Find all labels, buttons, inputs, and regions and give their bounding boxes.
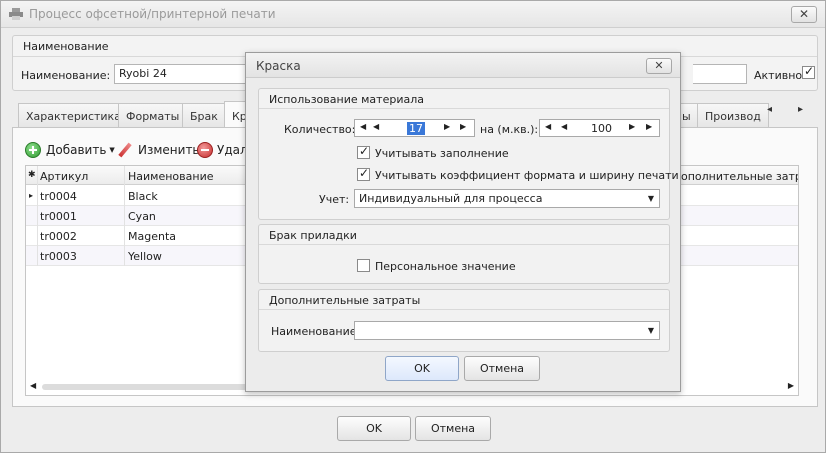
active-label: Активно bbox=[754, 69, 803, 82]
tab-waste[interactable]: Брак bbox=[182, 103, 226, 127]
window-close-button[interactable]: ✕ bbox=[791, 6, 817, 23]
delete-label: Удал bbox=[217, 143, 248, 157]
window-title: Процесс офсетной/принтерной печати bbox=[29, 7, 276, 21]
row-pointer-icon: ▸ bbox=[29, 191, 34, 200]
personal-value-label: Персональное значение bbox=[375, 260, 516, 273]
per-area-stepper[interactable]: ◀ ◀ 100 ▶ ▶ bbox=[539, 119, 660, 137]
column-header-code[interactable]: Артикул bbox=[40, 170, 88, 183]
add-button[interactable]: Добавить ▼ bbox=[25, 140, 115, 160]
group-divider bbox=[259, 244, 669, 245]
cell-name: Cyan bbox=[128, 210, 156, 223]
dialog-title: Краска bbox=[256, 59, 301, 73]
cell-code: tr0001 bbox=[40, 210, 77, 223]
fill-checkbox[interactable] bbox=[357, 144, 370, 159]
cell-name: Yellow bbox=[128, 250, 162, 263]
quantity-value[interactable]: 17 bbox=[407, 122, 425, 135]
prev-icon[interactable]: ◀ bbox=[561, 122, 567, 131]
paint-dialog: Краска ✕ Использование материала Количес… bbox=[245, 52, 681, 392]
active-checkbox[interactable] bbox=[802, 64, 815, 79]
delete-icon bbox=[197, 142, 213, 158]
new-row-icon: ✱ bbox=[28, 170, 36, 180]
format-coef-checkbox[interactable] bbox=[357, 166, 370, 181]
group-divider bbox=[259, 309, 669, 310]
column-header-extra[interactable]: ополнительные затра bbox=[681, 170, 798, 183]
chevron-down-icon: ▼ bbox=[109, 146, 115, 154]
usage-group: Использование материала Количество: ◀ ◀ … bbox=[258, 88, 679, 220]
add-label: Добавить bbox=[46, 143, 107, 157]
edit-button[interactable]: Изменить bbox=[118, 140, 200, 160]
add-icon bbox=[25, 142, 41, 158]
tab-label: Характеристика bbox=[26, 110, 121, 123]
account-select[interactable]: Индивидуальный для процесса ▼ bbox=[354, 189, 660, 208]
tab-label: Брак bbox=[190, 110, 218, 123]
fill-label: Учитывать заполнение bbox=[375, 147, 509, 160]
cell-code: tr0003 bbox=[40, 250, 77, 263]
ok-button[interactable]: OK bbox=[337, 416, 411, 441]
cell-name: Magenta bbox=[128, 230, 177, 243]
extra-name-select[interactable]: ▼ bbox=[354, 321, 660, 340]
last-icon[interactable]: ▶ bbox=[646, 122, 652, 131]
dialog-cancel-button[interactable]: Отмена bbox=[464, 356, 540, 381]
format-coef-label: Учитывать коэффициент формата и ширину п… bbox=[375, 169, 679, 182]
last-icon[interactable]: ▶ bbox=[460, 122, 466, 131]
tab-label: Форматы bbox=[126, 110, 180, 123]
quantity-stepper[interactable]: ◀ ◀ 17 ▶ ▶ bbox=[354, 119, 475, 137]
personal-value-checkbox[interactable] bbox=[357, 259, 370, 272]
cell-name: Black bbox=[128, 190, 158, 203]
extra-costs-group: Дополнительные затраты Наименование: ▼ bbox=[258, 289, 670, 352]
waste-group: Брак приладки Персональное значение bbox=[258, 224, 670, 284]
delete-button[interactable]: Удал bbox=[197, 140, 248, 160]
dialog-ok-button[interactable]: OK bbox=[385, 356, 459, 381]
name-input[interactable]: Ryobi 24 bbox=[114, 64, 264, 84]
extra-costs-caption: Дополнительные затраты bbox=[269, 294, 421, 307]
group-divider bbox=[259, 108, 669, 109]
per-area-label: на (м.кв.): bbox=[480, 123, 539, 136]
name-input-tail[interactable] bbox=[693, 64, 747, 84]
tab-characteristics[interactable]: Характеристика bbox=[18, 103, 129, 127]
name-group-caption: Наименование bbox=[23, 40, 109, 53]
next-icon[interactable]: ▶ bbox=[444, 122, 450, 131]
account-label: Учет: bbox=[319, 193, 350, 206]
scroll-right-icon[interactable]: ▶ bbox=[788, 381, 794, 390]
column-divider bbox=[124, 166, 125, 266]
name-label: Наименование: bbox=[21, 69, 111, 82]
column-divider bbox=[37, 166, 38, 266]
tab-label: ы bbox=[682, 110, 691, 123]
cell-code: tr0004 bbox=[40, 190, 77, 203]
prev-icon[interactable]: ◀ bbox=[373, 122, 379, 131]
next-icon[interactable]: ▶ bbox=[629, 122, 635, 131]
chevron-down-icon: ▼ bbox=[647, 326, 654, 335]
quantity-label: Количество: bbox=[284, 123, 356, 136]
close-icon: ✕ bbox=[798, 7, 810, 21]
dialog-close-button[interactable]: ✕ bbox=[646, 58, 672, 74]
chevron-down-icon: ▼ bbox=[647, 194, 654, 203]
pencil-icon bbox=[118, 143, 132, 157]
tab-prev-icon[interactable]: ◂ bbox=[767, 104, 772, 115]
tab-next-icon[interactable]: ▸ bbox=[798, 104, 803, 115]
column-header-name[interactable]: Наименование bbox=[128, 170, 213, 183]
scroll-left-icon[interactable]: ◀ bbox=[30, 381, 36, 390]
first-icon[interactable]: ◀ bbox=[360, 122, 366, 131]
usage-group-caption: Использование материала bbox=[269, 93, 424, 106]
printer-icon bbox=[9, 8, 23, 20]
cell-code: tr0002 bbox=[40, 230, 77, 243]
per-area-value[interactable]: 100 bbox=[591, 122, 612, 135]
extra-name-label: Наименование: bbox=[271, 325, 361, 338]
waste-group-caption: Брак приладки bbox=[269, 229, 357, 242]
tab-label: Производ bbox=[705, 110, 761, 123]
cancel-button[interactable]: Отмена bbox=[415, 416, 491, 441]
edit-label: Изменить bbox=[138, 143, 200, 157]
tab-production[interactable]: Производ bbox=[697, 103, 769, 127]
account-value: Индивидуальный для процесса bbox=[359, 192, 543, 205]
close-icon: ✕ bbox=[654, 59, 664, 72]
tab-formats[interactable]: Форматы bbox=[118, 103, 188, 127]
dialog-titlebar: Краска ✕ bbox=[246, 53, 680, 78]
window-titlebar: Процесс офсетной/принтерной печати ✕ bbox=[1, 1, 825, 28]
first-icon[interactable]: ◀ bbox=[545, 122, 551, 131]
